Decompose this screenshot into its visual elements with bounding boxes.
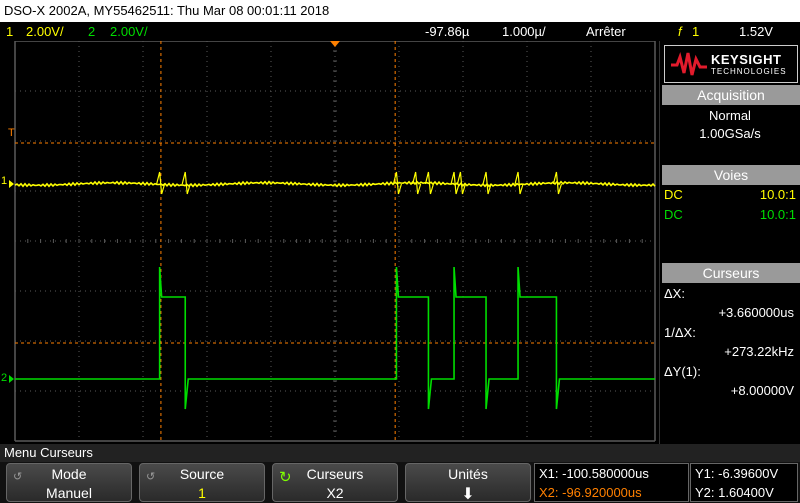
- mode-softkey[interactable]: ↺ Mode Manuel: [6, 463, 132, 502]
- sample-rate: 1.00GSa/s: [699, 126, 761, 141]
- acquisition-mode: Normal: [709, 108, 751, 123]
- delta-y-value: +8.00000V: [730, 383, 794, 398]
- units-label: Unités: [448, 466, 488, 482]
- source-softkey[interactable]: ↺ Source 1: [139, 463, 265, 502]
- brand-name: KEYSIGHT: [711, 52, 782, 67]
- cursor-y2-readout: Y2: 1.60400V: [695, 485, 774, 500]
- keysight-logo: KEYSIGHT TECHNOLOGIES: [664, 45, 798, 83]
- ch2-number[interactable]: 2: [88, 22, 95, 41]
- ch1-waveform: [14, 180, 656, 188]
- cursors-softkey[interactable]: ↻ Curseurs X2: [272, 463, 398, 502]
- cursors-header: Curseurs: [662, 263, 800, 283]
- ch2-ground-marker[interactable]: 2: [1, 372, 7, 384]
- time-offset[interactable]: -97.86µ: [425, 22, 469, 41]
- status-bar: 1 2.00V/ 2 2.00V/ -97.86µ 1.000µ/ Arrête…: [0, 22, 800, 41]
- delta-y-label: ΔY(1):: [664, 364, 701, 379]
- window-title: DSO-X 2002A, MY55462511: Thu Mar 08 00:0…: [4, 3, 330, 18]
- mode-label: Mode: [51, 466, 87, 482]
- cursor-x-readout: X1: -100.580000us X2: -96.920000us: [534, 463, 689, 502]
- ch2-coupling: DC: [664, 207, 683, 222]
- ch1-ground-arrow: [9, 180, 14, 188]
- ch1-ground-marker[interactable]: 1: [1, 175, 7, 187]
- trigger-position-marker: [330, 41, 340, 47]
- ch1-glitch: [181, 171, 191, 195]
- menu-title: Menu Curseurs: [0, 444, 800, 462]
- ch2-probe: 10.0:1: [759, 207, 796, 222]
- ch1-coupling: DC: [664, 187, 683, 202]
- ch1-number[interactable]: 1: [6, 22, 13, 41]
- softkey-bar: ↺ Mode Manuel ↺ Source 1 ↻ Curseurs X2 U…: [0, 462, 800, 503]
- source-value: 1: [198, 485, 206, 501]
- mode-value: Manuel: [46, 485, 92, 501]
- brand-sub: TECHNOLOGIES: [711, 67, 787, 76]
- source-label: Source: [179, 466, 225, 482]
- ch1-glitch: [482, 171, 492, 195]
- trigger-level[interactable]: 1.52V: [739, 22, 773, 41]
- cursor-x1-readout: X1: -100.580000us: [539, 466, 649, 481]
- waveform-display[interactable]: T 1 2: [0, 41, 659, 444]
- cursors-label: Curseurs: [306, 466, 364, 482]
- cursors-value: X2: [326, 485, 344, 501]
- timebase[interactable]: 1.000µ/: [502, 22, 546, 41]
- cursor-y-readout: Y1: -6.39600V Y2: 1.60400V: [690, 463, 798, 502]
- keysight-wave-icon: [671, 51, 707, 76]
- side-panel: KEYSIGHT TECHNOLOGIES Acquisition Normal…: [659, 41, 800, 444]
- units-softkey[interactable]: Unités ⬇: [405, 463, 531, 503]
- ch2-scale[interactable]: 2.00V/: [110, 22, 148, 41]
- ch2-waveform: [15, 266, 655, 410]
- title-bar: DSO-X 2002A, MY55462511: Thu Mar 08 00:0…: [0, 0, 800, 22]
- trigger-slope-icon: f: [678, 24, 682, 39]
- inverse-delta-x-label: 1/ΔX:: [664, 325, 696, 340]
- ch1-probe: 10.0:1: [759, 187, 796, 202]
- delta-x-value: +3.660000us: [718, 305, 794, 320]
- run-state[interactable]: Arrêter: [586, 22, 626, 41]
- trigger-channel[interactable]: 1: [692, 22, 699, 41]
- cursor-x2-readout: X2: -96.920000us: [539, 485, 642, 500]
- ch1-scale[interactable]: 2.00V/: [26, 22, 64, 41]
- ch1-glitch: [514, 171, 524, 195]
- submenu-arrow-icon: ⬇: [461, 486, 475, 503]
- delta-x-label: ΔX:: [664, 286, 685, 301]
- ch1-glitch: [456, 171, 467, 195]
- acquisition-header: Acquisition: [662, 85, 800, 105]
- channels-header: Voies: [662, 165, 800, 185]
- cursor-y1-readout: Y1: -6.39600V: [695, 466, 779, 481]
- waveform-graticule: [9, 41, 656, 442]
- inverse-delta-x-value: +273.22kHz: [724, 344, 794, 359]
- ch2-ground-arrow: [9, 375, 14, 383]
- trigger-level-marker: T: [8, 127, 15, 139]
